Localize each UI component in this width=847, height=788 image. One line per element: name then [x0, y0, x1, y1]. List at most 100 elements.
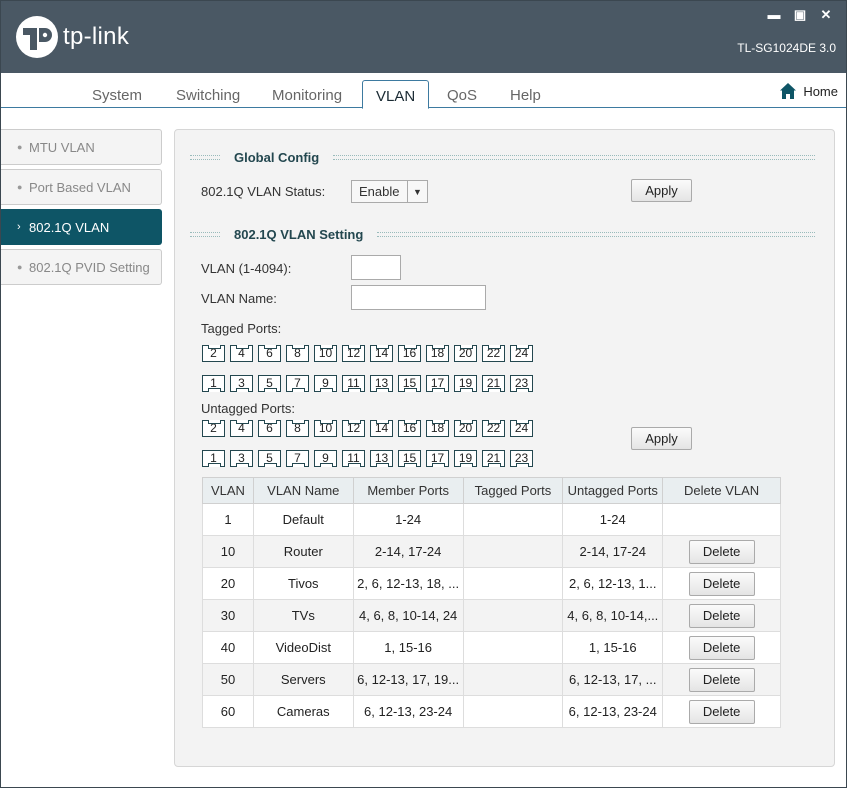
untagged-port-21[interactable]: 21	[482, 450, 505, 467]
delete-button[interactable]: Delete	[688, 603, 755, 628]
untagged-port-7[interactable]: 7	[286, 450, 309, 467]
device-model: TL-SG1024DE 3.0	[737, 41, 836, 55]
tagged-port-23[interactable]: 23	[510, 375, 533, 392]
untagged-port-11[interactable]: 11	[342, 450, 365, 467]
tagged-port-1[interactable]: 1	[202, 375, 225, 392]
untagged-port-16[interactable]: 16	[398, 420, 421, 437]
untagged-port-6[interactable]: 6	[258, 420, 281, 437]
untagged-port-5[interactable]: 5	[258, 450, 281, 467]
tagged-port-16[interactable]: 16	[398, 345, 421, 362]
maximize-icon[interactable]: ▣	[792, 7, 808, 23]
tagged-port-10[interactable]: 10	[314, 345, 337, 362]
sidebar-item-pvid-setting[interactable]: ● 802.1Q PVID Setting	[1, 249, 162, 285]
untagged-port-22[interactable]: 22	[482, 420, 505, 437]
untagged-port-4[interactable]: 4	[230, 420, 253, 437]
tagged-ports-cell	[462, 599, 564, 632]
global-apply-button[interactable]: Apply	[631, 179, 692, 202]
tab-vlan[interactable]: VLAN	[362, 80, 430, 109]
vlan-name-cell: Servers	[252, 663, 354, 696]
untagged-port-9[interactable]: 9	[314, 450, 337, 467]
main-nav: System Switching Monitoring VLAN QoS Hel…	[1, 73, 846, 109]
untagged-ports-cell: 2-14, 17-24	[562, 535, 664, 568]
tagged-port-3[interactable]: 3	[230, 375, 253, 392]
global-config-header: Global Config	[190, 149, 815, 165]
tplink-logo-icon	[16, 16, 58, 58]
vlan-name-input[interactable]	[351, 285, 486, 310]
tagged-port-7[interactable]: 7	[286, 375, 309, 392]
untagged-port-1[interactable]: 1	[202, 450, 225, 467]
tab-help[interactable]: Help	[510, 87, 541, 104]
delete-button[interactable]: Delete	[688, 571, 755, 596]
untagged-port-18[interactable]: 18	[426, 420, 449, 437]
window-controls: ▬ ▣ ✕	[766, 7, 834, 23]
chevron-right-icon: ›	[17, 221, 21, 233]
tagged-port-2[interactable]: 2	[202, 345, 225, 362]
untagged-port-13[interactable]: 13	[370, 450, 393, 467]
tagged-port-8[interactable]: 8	[286, 345, 309, 362]
tagged-port-18[interactable]: 18	[426, 345, 449, 362]
member-ports-cell: 4, 6, 8, 10-14, 24	[352, 599, 464, 632]
sidebar-item-label: MTU VLAN	[29, 139, 95, 155]
untagged-port-24[interactable]: 24	[510, 420, 533, 437]
untagged-port-8[interactable]: 8	[286, 420, 309, 437]
untagged-port-19[interactable]: 19	[454, 450, 477, 467]
untagged-port-10[interactable]: 10	[314, 420, 337, 437]
delete-button[interactable]: Delete	[688, 635, 755, 660]
member-ports-cell: 6, 12-13, 23-24	[352, 695, 464, 728]
table-header-row: VLAN VLAN Name Member Ports Tagged Ports…	[202, 477, 781, 504]
sidebar-item-8021q-vlan[interactable]: › 802.1Q VLAN	[1, 209, 162, 245]
untagged-port-3[interactable]: 3	[230, 450, 253, 467]
vlan-id-cell: 1	[202, 503, 254, 536]
tagged-port-19[interactable]: 19	[454, 375, 477, 392]
tagged-port-14[interactable]: 14	[370, 345, 393, 362]
sidebar-item-mtu-vlan[interactable]: ● MTU VLAN	[1, 129, 162, 165]
home-icon	[780, 83, 797, 99]
untagged-port-2[interactable]: 2	[202, 420, 225, 437]
tagged-port-4[interactable]: 4	[230, 345, 253, 362]
sidebar-item-label: 802.1Q VLAN	[29, 219, 110, 235]
tagged-port-6[interactable]: 6	[258, 345, 281, 362]
delete-button[interactable]: Delete	[688, 699, 755, 724]
tagged-port-24[interactable]: 24	[510, 345, 533, 362]
untagged-port-15[interactable]: 15	[398, 450, 421, 467]
vlan-status-select[interactable]: Enable ▼	[351, 180, 428, 203]
tagged-ports-even-row: 2 4 6 8 10 12 14 16 18 20 22 24	[202, 345, 538, 362]
close-icon[interactable]: ✕	[818, 7, 834, 23]
untagged-port-23[interactable]: 23	[510, 450, 533, 467]
tagged-port-5[interactable]: 5	[258, 375, 281, 392]
table-row: 20 Tivos 2, 6, 12-13, 18, ... 2, 6, 12-1…	[202, 567, 781, 600]
delete-button[interactable]: Delete	[688, 539, 755, 564]
tab-switching[interactable]: Switching	[176, 87, 240, 104]
untagged-port-14[interactable]: 14	[370, 420, 393, 437]
title-bar: tp-link ▬ ▣ ✕ TL-SG1024DE 3.0	[1, 1, 846, 73]
minimize-icon[interactable]: ▬	[766, 7, 782, 23]
tagged-port-22[interactable]: 22	[482, 345, 505, 362]
vlan-id-input[interactable]	[351, 255, 401, 280]
tagged-port-11[interactable]: 11	[342, 375, 365, 392]
untagged-port-17[interactable]: 17	[426, 450, 449, 467]
tagged-port-20[interactable]: 20	[454, 345, 477, 362]
sidebar-item-port-based-vlan[interactable]: ● Port Based VLAN	[1, 169, 162, 205]
tagged-port-17[interactable]: 17	[426, 375, 449, 392]
untagged-port-12[interactable]: 12	[342, 420, 365, 437]
tagged-port-21[interactable]: 21	[482, 375, 505, 392]
tab-qos[interactable]: QoS	[447, 87, 477, 104]
untagged-ports-cell: 1, 15-16	[562, 631, 664, 664]
tab-system[interactable]: System	[92, 87, 142, 104]
home-button[interactable]: Home	[779, 82, 838, 100]
vlan-apply-button[interactable]: Apply	[631, 427, 692, 450]
tagged-port-13[interactable]: 13	[370, 375, 393, 392]
vlan-name-cell: Router	[252, 535, 354, 568]
divider	[333, 154, 815, 160]
chevron-down-icon: ▼	[407, 181, 427, 202]
tagged-port-9[interactable]: 9	[314, 375, 337, 392]
tagged-port-15[interactable]: 15	[398, 375, 421, 392]
delete-cell: Delete	[662, 567, 781, 600]
vlan-name-cell: TVs	[252, 599, 354, 632]
delete-button[interactable]: Delete	[688, 667, 755, 692]
untagged-port-20[interactable]: 20	[454, 420, 477, 437]
vlan-setting-header: 802.1Q VLAN Setting	[190, 226, 815, 242]
vlan-id-cell: 40	[202, 631, 254, 664]
tagged-port-12[interactable]: 12	[342, 345, 365, 362]
tab-monitoring[interactable]: Monitoring	[272, 87, 342, 104]
